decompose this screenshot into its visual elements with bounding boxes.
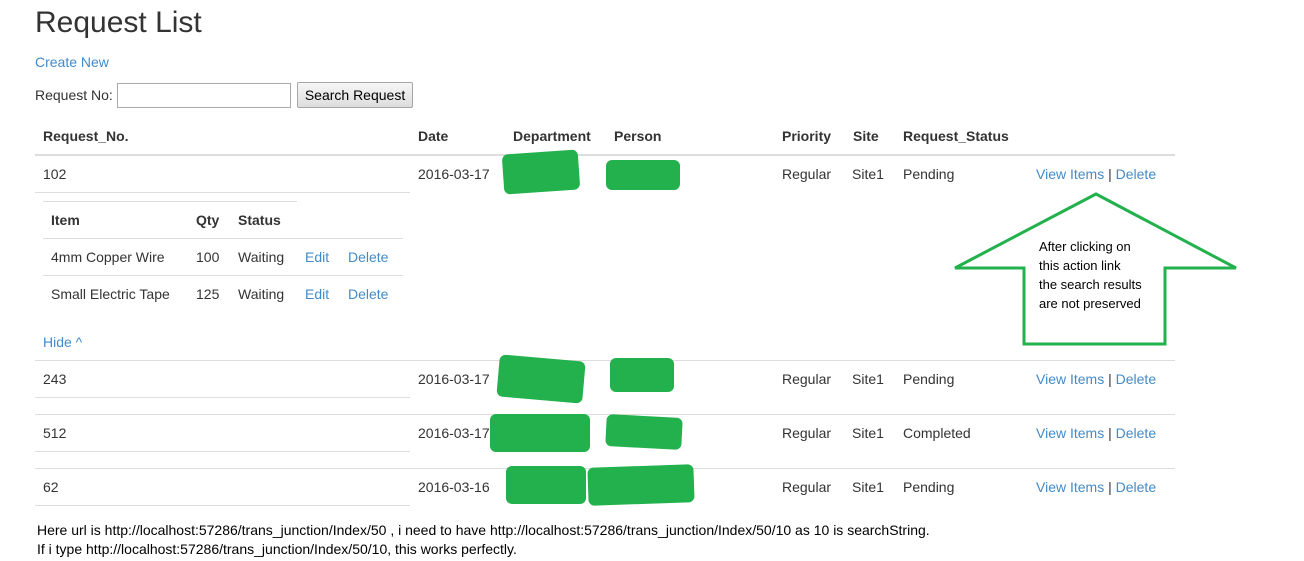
note-line: If i type http://localhost:57286/trans_j… [37,541,517,557]
annotation-text: After clicking on this action link the s… [1039,237,1142,313]
annotation-line: this action link [1039,258,1121,273]
note-line: Here url is http://localhost:57286/trans… [37,522,930,538]
annotation-line: are not preserved [1039,296,1141,311]
annotation-line: After clicking on [1039,239,1131,254]
annotation-line: the search results [1039,277,1142,292]
